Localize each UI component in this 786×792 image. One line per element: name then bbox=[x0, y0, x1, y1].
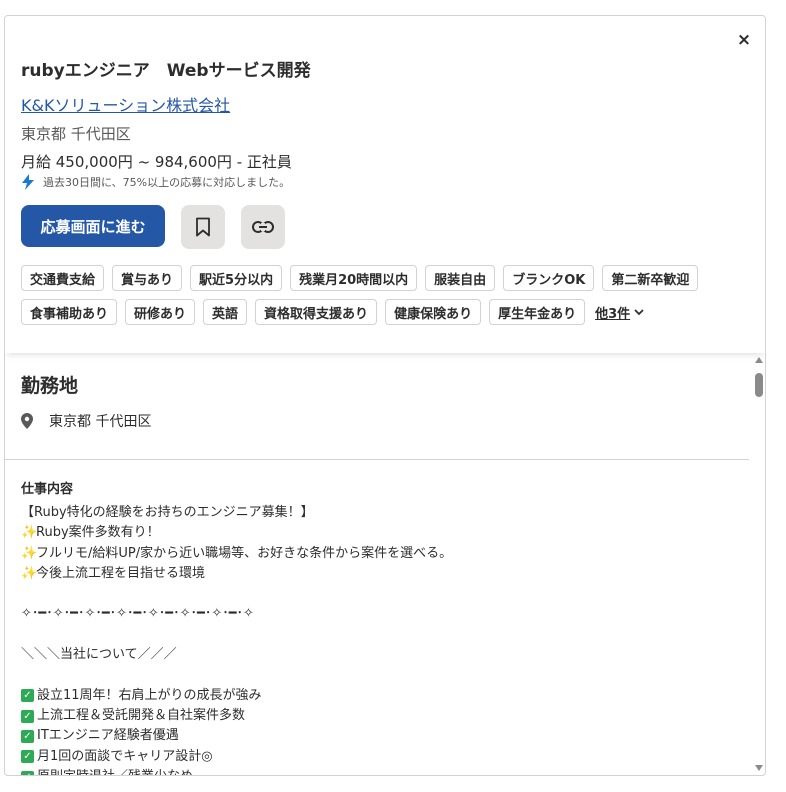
response-note-text: 過去30日間に、75%以上の応募に対応しました。 bbox=[43, 176, 291, 189]
tag: 英語 bbox=[203, 299, 248, 325]
more-tags-link[interactable]: 他3件 bbox=[595, 303, 644, 322]
scroll-down-arrow[interactable] bbox=[755, 765, 763, 771]
scroll-up-arrow[interactable] bbox=[755, 357, 763, 363]
description-line: ✨ 今後上流工程を目指せる環境 bbox=[21, 564, 452, 584]
description-line: ✓ 設立11周年！右肩上がりの成長が強み bbox=[21, 686, 452, 706]
job-detail-panel: × rubyエンジニア Webサービス開発 K&Kソリューション株式会社 東京都… bbox=[4, 15, 766, 776]
tag: ブランクOK bbox=[503, 265, 595, 291]
description-line: ✓ 月1回の面談でキャリア設計◎ bbox=[21, 747, 452, 767]
description-line bbox=[21, 665, 452, 685]
tag: 交通費支給 bbox=[21, 265, 105, 291]
response-note: 過去30日間に、75%以上の応募に対応しました。 bbox=[21, 174, 290, 190]
job-description-scroll[interactable]: 勤務地 東京都 千代田区 仕事内容 【Ruby特化の経験をお持ちのエンジニア募集… bbox=[5, 353, 765, 775]
description-line bbox=[21, 584, 452, 604]
description-line bbox=[21, 625, 452, 645]
scroll-thumb[interactable] bbox=[755, 373, 763, 397]
bookmark-icon bbox=[196, 217, 210, 237]
tag: 駅近5分以内 bbox=[190, 265, 283, 291]
description-line: ✓ 上流工程＆受託開発＆自社案件多数 bbox=[21, 706, 452, 726]
chevron-down-icon bbox=[634, 308, 644, 315]
salary-info: 月給 450,000円 ~ 984,600円 - 正社員 bbox=[21, 153, 292, 171]
workplace-heading: 勤務地 bbox=[21, 375, 79, 397]
job-description: 【Ruby特化の経験をお持ちのエンジニア募集！】 ✨ Ruby案件多数有り！ ✨ フ… bbox=[21, 503, 452, 775]
apply-button[interactable]: 応募画面に進む bbox=[21, 205, 165, 247]
workplace-location-text: 東京都 千代田区 bbox=[49, 414, 152, 430]
check-icon: ✓ bbox=[21, 709, 34, 723]
tag: 健康保険あり bbox=[385, 299, 482, 325]
tag: 厚生年金あり bbox=[489, 299, 586, 325]
save-job-button[interactable] bbox=[181, 205, 225, 249]
tag: 食事補助あり bbox=[21, 299, 118, 325]
more-tags-label: 他3件 bbox=[595, 306, 631, 322]
tag: 第二新卒歓迎 bbox=[602, 265, 699, 291]
job-header: × rubyエンジニア Webサービス開発 K&Kソリューション株式会社 東京都… bbox=[5, 16, 765, 353]
company-link[interactable]: K&Kソリューション株式会社 bbox=[21, 92, 230, 116]
tag: 研修あり bbox=[125, 299, 196, 325]
tag: 資格取得支援あり bbox=[255, 299, 378, 325]
sparkle-icon: ✨ bbox=[21, 525, 38, 541]
location-pin-icon bbox=[21, 413, 33, 429]
description-line: ✧･━･✧･━･✧･━･✧･━･✧･━･✧･━･✧･━･✧ bbox=[21, 606, 254, 622]
description-line: ✨ Ruby案件多数有り！ bbox=[21, 523, 452, 543]
job-location: 東京都 千代田区 bbox=[21, 125, 131, 143]
link-icon bbox=[252, 221, 274, 233]
workplace-location: 東京都 千代田区 bbox=[21, 411, 151, 431]
tag-row: 交通費支給 賞与あり 駅近5分以内 残業月20時間以内 服装自由 ブランクOK … bbox=[21, 265, 751, 291]
check-icon: ✓ bbox=[21, 689, 34, 703]
description-line: 【Ruby特化の経験をお持ちのエンジニア募集！】 bbox=[21, 505, 314, 520]
description-line: ＼＼＼当社について／／／ bbox=[21, 647, 177, 663]
job-content-heading: 仕事内容 bbox=[21, 482, 74, 497]
check-icon: ✓ bbox=[21, 750, 34, 764]
description-line: ✓原則定時退社／残業少なめ bbox=[21, 767, 452, 775]
scrollbar[interactable] bbox=[753, 353, 765, 775]
benefit-tags: 交通費支給 賞与あり 駅近5分以内 残業月20時間以内 服装自由 ブランクOK … bbox=[21, 265, 751, 333]
lightning-icon bbox=[22, 174, 34, 190]
tag: 服装自由 bbox=[425, 265, 496, 291]
copy-link-button[interactable] bbox=[241, 205, 285, 249]
tag: 賞与あり bbox=[112, 265, 183, 291]
divider bbox=[5, 459, 749, 460]
check-icon: ✓ bbox=[21, 729, 34, 743]
tag: 残業月20時間以内 bbox=[290, 265, 418, 291]
job-title: rubyエンジニア Webサービス開発 bbox=[21, 61, 311, 81]
description-line: ✨ フルリモ/給料UP/家から近い職場等、お好きな条件から案件を選べる。 bbox=[21, 544, 452, 564]
description-line: ✓ ITエンジニア経験者優遇 bbox=[21, 726, 452, 746]
close-button[interactable]: × bbox=[732, 28, 756, 52]
sparkle-icon: ✨ bbox=[21, 545, 38, 561]
sparkle-icon: ✨ bbox=[21, 565, 38, 581]
check-icon: ✓ bbox=[21, 770, 34, 775]
tag-row: 食事補助あり 研修あり 英語 資格取得支援あり 健康保険あり 厚生年金あり 他3… bbox=[21, 299, 751, 325]
